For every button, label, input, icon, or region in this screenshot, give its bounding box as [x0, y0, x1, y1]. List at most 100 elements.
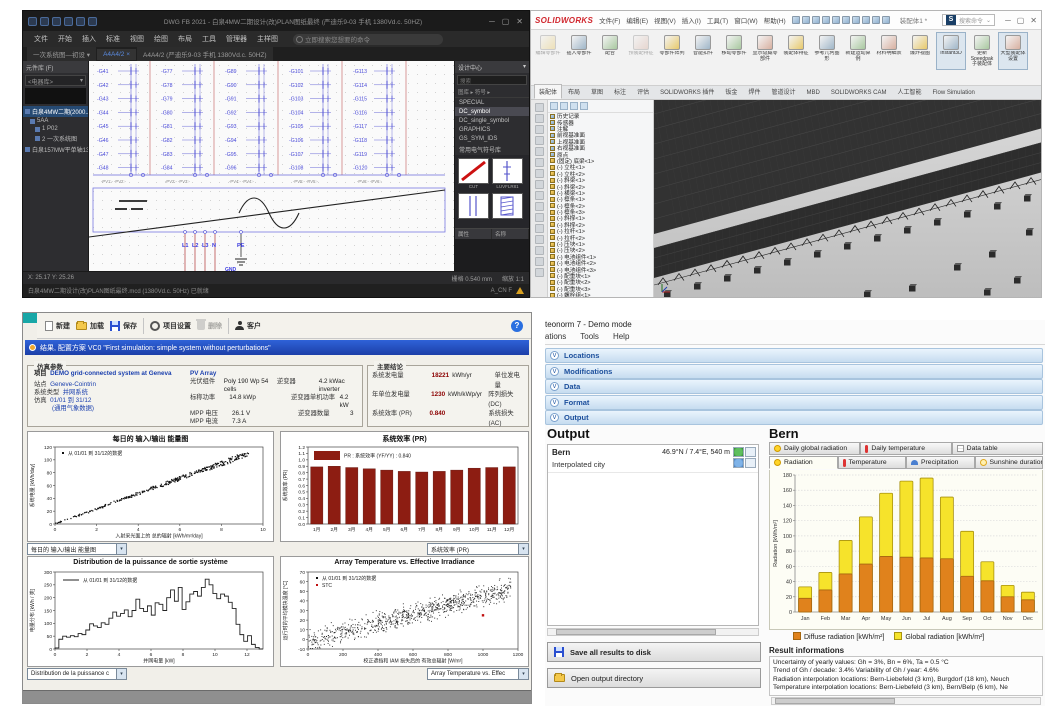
tree-item-0[interactable]: 白泉4MW二期(2000...	[23, 106, 88, 117]
quick-icon-1[interactable]	[40, 17, 49, 26]
tab-radiation[interactable]: Radiation	[769, 456, 838, 469]
help-button[interactable]: ?	[511, 320, 523, 332]
symbol-lib-item-4[interactable]: GS_SYM_IDS	[455, 134, 529, 143]
sw-tab-人工智能[interactable]: 人工智能	[893, 84, 927, 99]
symbol-thumb-2[interactable]	[458, 193, 489, 225]
menu-标准[interactable]: 标准	[101, 32, 125, 46]
quick-icon-3[interactable]	[64, 17, 73, 26]
close-icon[interactable]: ✕	[1030, 16, 1037, 25]
symbol-thumb-3[interactable]	[492, 193, 523, 225]
menu-主样图[interactable]: 主样图	[252, 32, 283, 46]
symbol-thumb-0[interactable]: CUT	[458, 158, 489, 190]
menu-Tools[interactable]: Tools	[580, 332, 599, 341]
map-icon[interactable]	[745, 447, 756, 457]
ribbon-button-材料明细表[interactable]: 材料明细表	[874, 32, 904, 70]
ribbon-button-更新 Speedpak 子装配体[interactable]: 更新 Speedpak 子装配体	[967, 32, 997, 70]
cad-command-line[interactable]: 白泉4MW二期设计(改)PLAN图纸最终.mcd (1380Vd.c. 50Hz…	[23, 284, 529, 297]
sw-side-icon-8[interactable]	[535, 191, 544, 200]
ribbon-button-Instant3D[interactable]: Instant3D	[936, 32, 966, 70]
sw-menu-视图(V)[interactable]: 视图(V)	[652, 15, 678, 25]
sw-toolbar-icon-3[interactable]	[822, 16, 830, 24]
station-mini-buttons[interactable]	[733, 447, 756, 468]
ribbon-button-智能扣件[interactable]: 智能扣件	[688, 32, 718, 70]
menu-管理器[interactable]: 管理器	[221, 32, 252, 46]
sw-toolbar-icon-1[interactable]	[802, 16, 810, 24]
sw-toolbar-icon-5[interactable]	[842, 16, 850, 24]
sw-side-icon-4[interactable]	[535, 147, 544, 156]
sw-menu-窗口(W)[interactable]: 窗口(W)	[732, 15, 759, 25]
solidworks-window-controls[interactable]: ─▢✕	[1005, 16, 1037, 25]
sw-toolbar-icon-6[interactable]	[852, 16, 860, 24]
client-button[interactable]: 客户	[235, 321, 261, 331]
quick-icon-5[interactable]	[88, 17, 97, 26]
sw-tab-草图[interactable]: 草图	[586, 84, 608, 99]
new-button[interactable]: 新建	[45, 321, 70, 331]
cad-command-search[interactable]: 立即搜索您想要的命令	[293, 34, 443, 45]
solidworks-standard-toolbar[interactable]	[792, 16, 890, 24]
sw-tab-评估[interactable]: 评估	[632, 84, 654, 99]
ribbon-button-编辑零部件[interactable]: 编辑零部件	[533, 32, 563, 70]
menu-绘图[interactable]: 绘图	[149, 32, 173, 46]
section-data[interactable]: vData	[545, 379, 1043, 394]
ribbon-button-装配体特征[interactable]: 装配体特征	[781, 32, 811, 70]
project-settings-button[interactable]: 项目设置	[150, 321, 191, 331]
globe-icon[interactable]	[733, 447, 744, 457]
sw-menu-文件(F)[interactable]: 文件(F)	[597, 15, 622, 25]
chart-selector-daily-io[interactable]: 每日的 输入/输出 能量图▾	[27, 543, 127, 555]
tab-precipitation[interactable]: Precipitation	[906, 456, 975, 469]
ribbon-button-移动零部件[interactable]: 移动零部件	[719, 32, 749, 70]
ribbon-button-参考几何图形[interactable]: 参考几何图形	[812, 32, 842, 70]
sw-toolbar-icon-0[interactable]	[792, 16, 800, 24]
section-modifications[interactable]: vModifications	[545, 364, 1043, 379]
doc-tab-1[interactable]: A4A4/2 ×	[97, 49, 136, 60]
sw-tab-装配体[interactable]: 装配体	[534, 84, 562, 99]
ribbon-button-零部件阵列[interactable]: 零部件阵列	[657, 32, 687, 70]
menu-插入[interactable]: 插入	[77, 32, 101, 46]
sw-toolbar-icon-4[interactable]	[832, 16, 840, 24]
chart-selector-temp[interactable]: Array Temperature vs. Effec▾	[427, 668, 529, 680]
tab-daily-global-radiation[interactable]: Daily global radiation	[769, 442, 860, 455]
sw-menu-帮助(H)[interactable]: 帮助(H)	[762, 15, 788, 25]
output-station-list[interactable]: Bern 46.9°N / 7.4°E, 540 m Interpolated …	[547, 444, 759, 626]
symbol-lib-item-5[interactable]: 常用电气符号库	[455, 143, 529, 155]
ribbon-button-预装配特征[interactable]: 预装配特征	[626, 32, 656, 70]
sw-side-icon-3[interactable]	[535, 136, 544, 145]
menu-布局[interactable]: 布局	[173, 32, 197, 46]
restore-icon[interactable]: ▢	[1017, 16, 1025, 25]
cad-drawing-canvas[interactable]: -G41-G42-G43-G44-G45-G46-G47-G48-PV1:- -…	[89, 61, 456, 271]
sw-tab-SOLIDWORKS 插件[interactable]: SOLIDWORKS 插件	[655, 84, 719, 99]
cad-library-combo[interactable]: <电器库>▾	[25, 75, 86, 86]
tab-temperature[interactable]: Temperature	[838, 456, 907, 469]
quick-icon-4[interactable]	[76, 17, 85, 26]
cad-symbol-breadcrumb[interactable]: 图库 ▸ 符号 ▸	[455, 87, 529, 98]
tree-item-3[interactable]: 2 一次系统图	[23, 133, 88, 144]
sw-side-icon-6[interactable]	[535, 169, 544, 178]
fm-tab-3[interactable]	[580, 102, 588, 110]
sw-tab-管道设计[interactable]: 管道设计	[766, 84, 800, 99]
sw-side-icon-13[interactable]	[535, 246, 544, 255]
open-output-directory-button[interactable]: Open output directory	[547, 668, 761, 688]
load-button[interactable]: 加载	[76, 321, 104, 331]
sw-side-icon-9[interactable]	[535, 202, 544, 211]
menu-开始[interactable]: 开始	[53, 32, 77, 46]
menu-Help[interactable]: Help	[613, 332, 629, 341]
ribbon-button-大型装配体设置[interactable]: 大型装配体设置	[998, 32, 1028, 70]
sw-tab-钣金[interactable]: 钣金	[720, 84, 742, 99]
ribbon-button-爆炸视图[interactable]: 爆炸视图	[905, 32, 935, 70]
cad-quick-access-toolbar[interactable]	[28, 17, 97, 26]
menu-工具[interactable]: 工具	[197, 32, 221, 46]
result-horizontal-scrollbar[interactable]	[771, 697, 1041, 705]
ribbon-button-插入零部件[interactable]: 插入零部件	[564, 32, 594, 70]
sw-tab-布局[interactable]: 布局	[563, 84, 585, 99]
cad-input-language[interactable]: A_CN F	[491, 288, 512, 294]
tree-item-2[interactable]: 1 P02	[23, 125, 88, 133]
sw-side-icon-12[interactable]	[535, 235, 544, 244]
symbol-thumb-1[interactable]: LUVFLR81	[492, 158, 523, 190]
pin-icon[interactable]: ▾	[523, 63, 526, 71]
menu-Locations[interactable]: Locations	[545, 332, 566, 341]
menu-视图[interactable]: 视图	[125, 32, 149, 46]
calendar-icon[interactable]	[745, 458, 756, 468]
sw-tab-MBD[interactable]: MBD	[801, 87, 824, 99]
sw-side-icon-7[interactable]	[535, 180, 544, 189]
tree-item-4[interactable]: 白泉157MW平单轴138...	[23, 144, 88, 155]
